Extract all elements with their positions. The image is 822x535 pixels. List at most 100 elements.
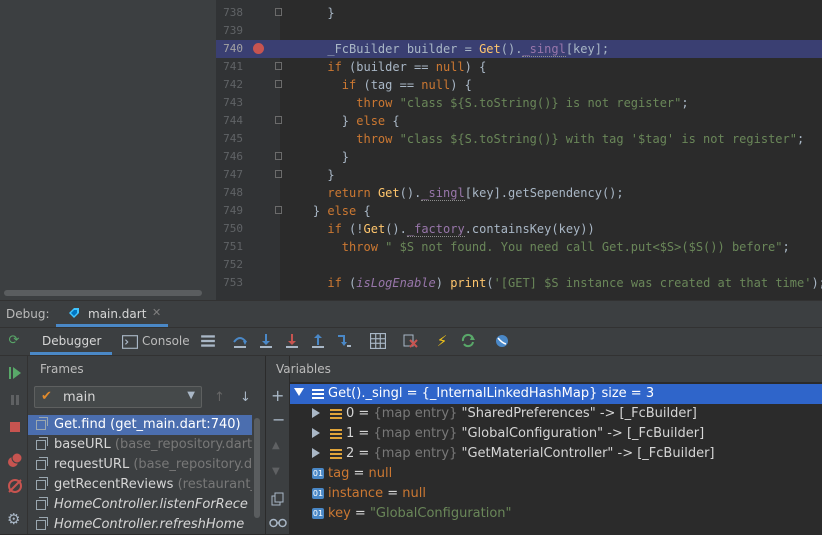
force-step-into-icon[interactable] <box>284 333 300 349</box>
breakpoint-icon[interactable] <box>253 43 264 54</box>
code-line[interactable]: 747 } <box>216 166 822 184</box>
code-line[interactable]: 751 throw " $S not found. You need call … <box>216 238 822 256</box>
rerun-icon[interactable]: ⟳ <box>6 333 22 349</box>
horizontal-scrollbar[interactable] <box>4 290 202 296</box>
devtools-icon[interactable] <box>494 333 510 349</box>
fold-marker-icon[interactable] <box>275 116 282 124</box>
resume-icon[interactable] <box>8 366 22 380</box>
map-entry-text: 0 = {map entry} "SharedPreferences" -> [… <box>346 406 697 421</box>
code-text: if (tag == null) { <box>341 78 472 92</box>
debugger-toolbar: ⟳ Debugger Console ⚡ <box>0 328 822 356</box>
frame-row[interactable]: baseURL (base_repository.dart <box>28 435 252 455</box>
line-number[interactable]: 745 <box>216 130 243 148</box>
glasses-icon[interactable] <box>269 518 287 528</box>
variable-row[interactable]: 01 tag = null <box>290 464 822 484</box>
stop-icon[interactable] <box>8 420 22 434</box>
variable-text: instance = null <box>328 486 426 501</box>
code-line[interactable]: 753 if (isLogEnable) print('[GET] $S ins… <box>216 274 822 292</box>
frame-row[interactable]: requestURL (base_repository.dar <box>28 455 252 475</box>
debug-session-tab[interactable]: main.dart ✕ <box>56 301 168 327</box>
code-line[interactable]: 743 throw "class ${S.toString()} is not … <box>216 94 822 112</box>
step-into-icon[interactable] <box>258 333 274 349</box>
code-line[interactable]: 750 if (!Get()._factory.containsKey(key)… <box>216 220 822 238</box>
step-over-icon[interactable] <box>232 333 248 349</box>
fold-marker-icon[interactable] <box>275 80 282 88</box>
mute-breakpoints-icon[interactable] <box>7 478 23 494</box>
map-entry-row[interactable]: 2 = {map entry} "GetMaterialController" … <box>290 444 822 464</box>
code-line[interactable]: 744 } else { <box>216 112 822 130</box>
add-watch-icon[interactable]: + <box>271 386 284 405</box>
fold-marker-icon[interactable] <box>275 8 282 16</box>
line-number[interactable]: 749 <box>216 202 243 220</box>
line-number[interactable]: 740 <box>216 40 243 58</box>
frame-row[interactable]: HomeController.listenForRece <box>28 495 252 515</box>
fold-marker-icon[interactable] <box>275 206 282 214</box>
check-icon: ✔ <box>41 389 52 404</box>
pause-icon[interactable] <box>8 393 22 407</box>
remove-watch-icon[interactable]: − <box>272 410 285 429</box>
expand-arrow-icon[interactable] <box>312 428 320 438</box>
dart-file-icon <box>69 308 79 318</box>
map-entry-row[interactable]: 1 = {map entry} "GlobalConfiguration" ->… <box>290 424 822 444</box>
line-number[interactable]: 738 <box>216 4 243 22</box>
fold-marker-icon[interactable] <box>275 62 282 70</box>
line-number[interactable]: 741 <box>216 58 243 76</box>
fold-marker-icon[interactable] <box>275 152 282 160</box>
arrow-down-icon[interactable]: ↓ <box>240 390 251 405</box>
hot-reload-icon[interactable] <box>460 333 476 349</box>
run-to-cursor-icon[interactable] <box>336 333 352 349</box>
arrow-up-icon[interactable]: ↑ <box>214 390 225 405</box>
map-entry-row[interactable]: 0 = {map entry} "SharedPreferences" -> [… <box>290 404 822 424</box>
code-line[interactable]: 738 } <box>216 4 822 22</box>
line-number[interactable]: 746 <box>216 148 243 166</box>
frame-row[interactable]: HomeController.refreshHome <box>28 515 252 535</box>
line-number[interactable]: 750 <box>216 220 243 238</box>
close-icon[interactable]: ✕ <box>152 306 161 319</box>
view-breakpoints-icon[interactable] <box>7 452 23 468</box>
line-number[interactable]: 743 <box>216 94 243 112</box>
code-line[interactable]: 745 throw "class ${S.toString()} with ta… <box>216 130 822 148</box>
code-line[interactable]: 746 } <box>216 148 822 166</box>
evaluate-expression-icon[interactable] <box>370 333 386 349</box>
step-out-icon[interactable] <box>310 333 326 349</box>
code-line[interactable]: 749 } else { <box>216 202 822 220</box>
tab-debugger[interactable]: Debugger <box>30 328 112 355</box>
code-editor[interactable]: 738 } 739 740 _FcBuilder builder = Get()._… <box>0 0 822 300</box>
menu-lines-icon[interactable] <box>200 333 216 349</box>
fold-marker-icon[interactable] <box>275 170 282 178</box>
move-down-icon[interactable]: ▼ <box>272 466 280 477</box>
frame-row[interactable]: getRecentReviews (restaurant_re <box>28 475 252 495</box>
move-up-icon[interactable]: ▲ <box>272 440 280 451</box>
variable-row[interactable]: 01 instance = null <box>290 484 822 504</box>
copy-icon[interactable] <box>271 492 285 506</box>
line-number[interactable]: 747 <box>216 166 243 184</box>
line-number[interactable]: 751 <box>216 238 243 256</box>
lightning-icon[interactable]: ⚡ <box>434 333 450 349</box>
expand-arrow-icon[interactable] <box>312 448 320 458</box>
line-number[interactable]: 744 <box>216 112 243 130</box>
code-line[interactable]: 739 <box>216 22 822 40</box>
expand-arrow-icon[interactable] <box>312 408 320 418</box>
entry-index: 1 = <box>346 426 374 441</box>
line-number[interactable]: 739 <box>216 22 243 40</box>
thread-select[interactable]: ✔ main ▼ <box>34 386 202 408</box>
line-number[interactable]: 742 <box>216 76 243 94</box>
line-number[interactable]: 753 <box>216 274 243 292</box>
line-number[interactable]: 752 <box>216 256 243 274</box>
code-line[interactable]: 752 <box>216 256 822 274</box>
line-number[interactable]: 748 <box>216 184 243 202</box>
code-line[interactable]: 740 _FcBuilder builder = Get()._singl[ke… <box>216 40 822 58</box>
frame-method: HomeController.refreshHome <box>54 517 245 532</box>
code-line[interactable]: 748 return Get()._singl[key].getSependen… <box>216 184 822 202</box>
expand-arrow-icon[interactable] <box>294 388 304 396</box>
view-breakpoints-icon[interactable] <box>402 333 418 349</box>
gear-icon[interactable]: ⚙ <box>7 510 20 528</box>
frames-scrollbar[interactable] <box>254 418 260 518</box>
variable-row[interactable]: 01 key = "GlobalConfiguration" <box>290 504 822 524</box>
code-line[interactable]: 741 if (builder == null) { <box>216 58 822 76</box>
variable-root-row[interactable]: Get()._singl = {_InternalLinkedHashMap} … <box>290 384 822 404</box>
frame-row[interactable]: Get.find (get_main.dart:740) <box>28 415 252 435</box>
tab-console[interactable]: Console <box>118 328 198 355</box>
variables-tree[interactable]: Get()._singl = {_InternalLinkedHashMap} … <box>290 382 822 534</box>
code-line[interactable]: 742 if (tag == null) { <box>216 76 822 94</box>
